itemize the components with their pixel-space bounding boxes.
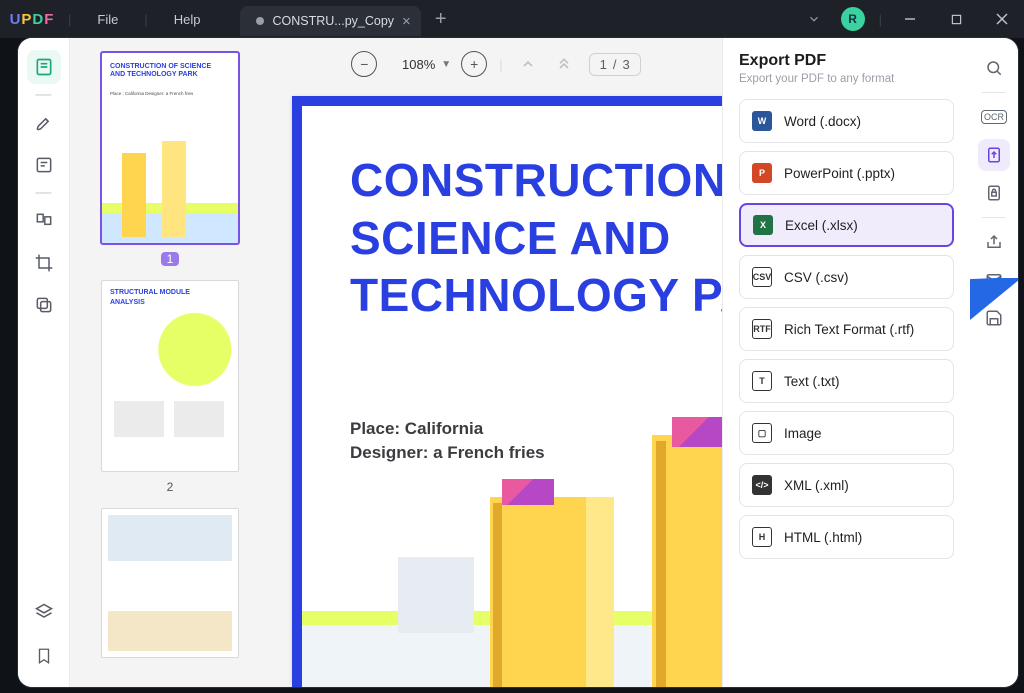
zoom-in-button[interactable]: +	[461, 51, 487, 77]
window-maximize-button[interactable]	[934, 0, 978, 38]
page-thumbnail-2[interactable]: STRUCTURAL MODULE ANALYSIS	[101, 280, 239, 472]
export-option-label: HTML (.html)	[784, 530, 862, 545]
highlighter-button[interactable]	[27, 106, 61, 140]
window-close-button[interactable]	[980, 0, 1024, 38]
page-indicator[interactable]: 1 / 3	[589, 53, 641, 76]
export-option-pptx[interactable]: P PowerPoint (.pptx)	[739, 151, 954, 195]
export-option-xml[interactable]: </> XML (.xml)	[739, 463, 954, 507]
chevron-down-icon[interactable]	[797, 12, 831, 26]
page-thumbnail-1[interactable]: CONSTRUCTION OF SCIENCE AND TECHNOLOGY P…	[101, 52, 239, 244]
rail-separator-icon: —	[27, 190, 61, 196]
zoom-out-button[interactable]: −	[351, 51, 377, 77]
txt-filetype-icon: T	[752, 371, 772, 391]
page-thumbnail-3[interactable]	[101, 508, 239, 658]
export-option-csv[interactable]: CSV CSV (.csv)	[739, 255, 954, 299]
export-option-xlsx[interactable]: X Excel (.xlsx)	[739, 203, 954, 247]
duplicate-button[interactable]	[27, 288, 61, 322]
export-option-html[interactable]: H HTML (.html)	[739, 515, 954, 559]
thumb2-art-icon	[108, 311, 232, 465]
export-option-docx[interactable]: W Word (.docx)	[739, 99, 954, 143]
share-button[interactable]	[978, 226, 1010, 258]
account-avatar[interactable]: R	[841, 7, 865, 31]
bookmark-button[interactable]	[27, 639, 61, 673]
thumb1-art-icon	[102, 133, 238, 243]
thumbnail-panel: CONSTRUCTION OF SCIENCE AND TECHNOLOGY P…	[70, 38, 270, 687]
xml-filetype-icon: </>	[752, 475, 772, 495]
titlebar: UPDF | File | Help CONSTRU...py_Copy × +…	[0, 0, 1024, 38]
ppt-filetype-icon: P	[752, 163, 772, 183]
app-logo: UPDF	[0, 11, 64, 28]
thumb1-meta: Place : California Designer: a French fr…	[110, 91, 193, 96]
export-option-rtf[interactable]: RTF Rich Text Format (.rtf)	[739, 307, 954, 351]
word-filetype-icon: W	[752, 111, 772, 131]
rail-separator-icon: —	[27, 92, 61, 98]
total-pages: 3	[622, 57, 629, 72]
menu-file[interactable]: File	[75, 12, 140, 27]
xls-filetype-icon: X	[753, 215, 773, 235]
close-tab-icon[interactable]: ×	[402, 13, 411, 30]
viewer-toolbar: − ▼ + | 1 / 3	[270, 48, 722, 80]
workspace: — — CONSTRUCTION OF	[18, 38, 1018, 687]
thumb2-line1: STRUCTURAL MODULE	[110, 289, 190, 296]
prev-page-button[interactable]	[515, 51, 541, 77]
export-option-label: Text (.txt)	[784, 374, 840, 389]
thumb1-line1: CONSTRUCTION OF SCIENCE	[110, 63, 211, 70]
html-filetype-icon: H	[752, 527, 772, 547]
ocr-button[interactable]: OCR	[978, 101, 1010, 133]
thumb3-art-icon	[108, 515, 232, 651]
export-button[interactable]	[978, 139, 1010, 171]
thumb1-number: 1	[161, 252, 179, 266]
export-option-label: Word (.docx)	[784, 114, 861, 129]
protect-button[interactable]	[978, 177, 1010, 209]
crop-button[interactable]	[27, 246, 61, 280]
zoom-input[interactable]	[387, 57, 435, 72]
save-button[interactable]	[978, 302, 1010, 334]
layers-button[interactable]	[27, 595, 61, 629]
organize-pages-button[interactable]	[27, 204, 61, 238]
email-button[interactable]	[978, 264, 1010, 296]
export-option-label: Excel (.xlsx)	[785, 218, 858, 233]
document-tab[interactable]: CONSTRU...py_Copy ×	[240, 6, 420, 36]
export-option-label: CSV (.csv)	[784, 270, 849, 285]
export-option-label: PowerPoint (.pptx)	[784, 166, 895, 181]
comment-button[interactable]	[27, 148, 61, 182]
zoom-dropdown-icon[interactable]: ▼	[441, 59, 451, 70]
export-subtitle: Export your PDF to any format	[739, 73, 954, 85]
new-tab-button[interactable]: +	[421, 8, 461, 31]
right-toolrail: OCR	[970, 38, 1018, 687]
menu-help[interactable]: Help	[152, 12, 223, 27]
export-option-label: XML (.xml)	[784, 478, 849, 493]
left-toolrail: — —	[18, 38, 70, 687]
thumb2-number: 2	[161, 480, 179, 494]
current-page: 1	[600, 57, 607, 72]
rtf-filetype-icon: RTF	[752, 319, 772, 339]
export-option-label: Rich Text Format (.rtf)	[784, 322, 914, 337]
first-page-button[interactable]	[551, 51, 577, 77]
img-filetype-icon: ▢	[752, 423, 772, 443]
export-title: Export PDF	[739, 52, 954, 70]
page-viewer: − ▼ + | 1 / 3	[270, 38, 722, 687]
tab-title: CONSTRU...py_Copy	[272, 14, 394, 28]
thumb1-line2: AND TECHNOLOGY PARK	[110, 71, 198, 78]
page-separator: /	[613, 57, 617, 72]
window-minimize-button[interactable]	[888, 0, 932, 38]
export-option-label: Image	[784, 426, 822, 441]
unsaved-indicator-icon	[256, 17, 264, 25]
export-panel: Export PDF Export your PDF to any format…	[722, 38, 970, 687]
reader-mode-button[interactable]	[27, 50, 61, 84]
thumb2-line2: ANALYSIS	[110, 299, 145, 306]
export-option-image[interactable]: ▢ Image	[739, 411, 954, 455]
csv-filetype-icon: CSV	[752, 267, 772, 287]
search-button[interactable]	[978, 52, 1010, 84]
export-option-txt[interactable]: T Text (.txt)	[739, 359, 954, 403]
